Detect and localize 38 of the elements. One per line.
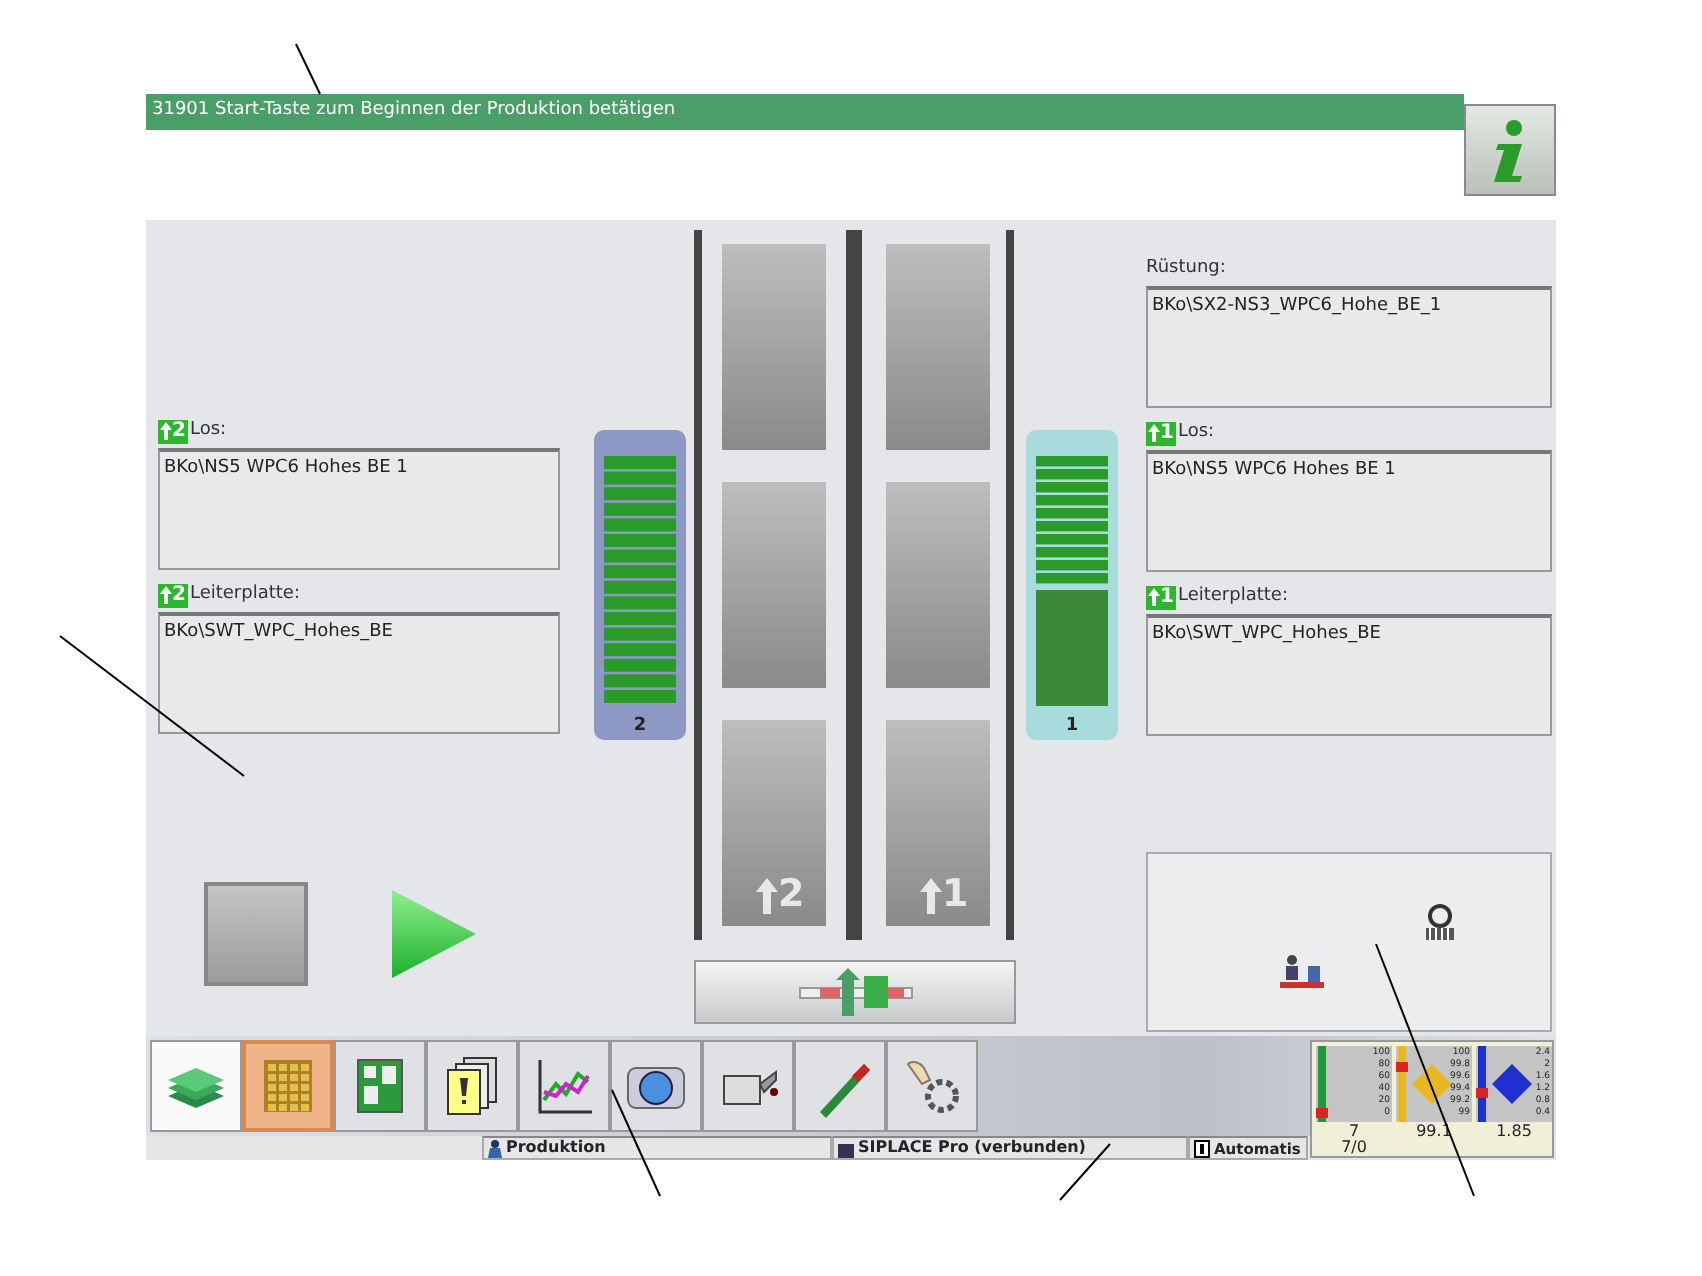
toolbar-button[interactable] <box>610 1040 702 1132</box>
operator-icon <box>1280 954 1324 990</box>
status-message: 31901 Start-Taste zum Beginnen der Produktion betätigen <box>146 94 1464 130</box>
status-text: Produktion <box>506 1138 606 1158</box>
toolbar-button[interactable] <box>334 1040 426 1132</box>
field-label: Leiterplatte: <box>1177 586 1288 608</box>
diamond-icon <box>1492 1064 1532 1104</box>
diamond-icon <box>1412 1064 1452 1104</box>
transfer-button[interactable] <box>694 960 1016 1024</box>
status-text: SIPLACE Pro (verbunden) <box>858 1138 1086 1158</box>
board-transfer-icon <box>795 968 915 1017</box>
leader-line <box>295 43 321 95</box>
field-label: Leiterplatte: <box>189 584 300 606</box>
arrow-number-badge: 1 <box>1146 585 1176 609</box>
field-label: Los: <box>1177 422 1215 444</box>
leader-line <box>611 1089 661 1197</box>
start-button[interactable] <box>390 888 478 980</box>
toolbar-button[interactable] <box>886 1040 978 1132</box>
arrow-number-badge: 2 <box>158 583 188 607</box>
status-icon <box>1194 1139 1210 1157</box>
status-icon <box>838 1139 854 1157</box>
lane-number-label: 2 <box>756 872 805 918</box>
feeder-number: 2 <box>631 716 649 738</box>
status-icon <box>488 1139 502 1157</box>
field-label: Los: <box>189 420 227 442</box>
toolbar-button[interactable] <box>518 1040 610 1132</box>
feeder-number: 1 <box>1063 716 1081 738</box>
arrow-number-badge: 1 <box>1146 421 1176 445</box>
toolbar-button[interactable] <box>426 1040 518 1132</box>
gauge-reading: 1.85 <box>1494 1124 1534 1140</box>
toolbar-button[interactable] <box>702 1040 794 1132</box>
arrow-number-badge: 2 <box>158 419 188 443</box>
reel-icon <box>1424 904 1456 940</box>
gauge-reading: 7 <box>1346 1124 1362 1140</box>
gauge-subreading: 7/0 <box>1339 1140 1369 1156</box>
field-label: Rüstung: <box>1146 258 1226 280</box>
lane-number-label: 1 <box>920 872 969 918</box>
info-button[interactable] <box>1464 104 1556 196</box>
